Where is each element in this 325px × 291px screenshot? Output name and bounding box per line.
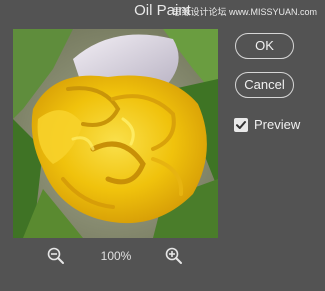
ok-button[interactable]: OK [235, 33, 294, 59]
watermark: 思缘设计论坛 www.MISSYUAN.com [172, 7, 317, 17]
zoom-out-icon[interactable] [46, 246, 66, 266]
preview-label: Preview [254, 117, 301, 132]
preview-image[interactable] [13, 29, 218, 238]
zoom-in-icon[interactable] [164, 246, 184, 266]
zoom-controls: 100% [13, 244, 218, 268]
checkbox-checked-icon[interactable] [234, 118, 248, 132]
zoom-level-text: 100% [100, 249, 132, 263]
tulip-preview-graphic [13, 29, 218, 238]
oil-paint-dialog: Oil Paint 思缘设计论坛 www.MISSYUAN.com 100% O… [0, 0, 325, 291]
cancel-button[interactable]: Cancel [235, 72, 294, 98]
